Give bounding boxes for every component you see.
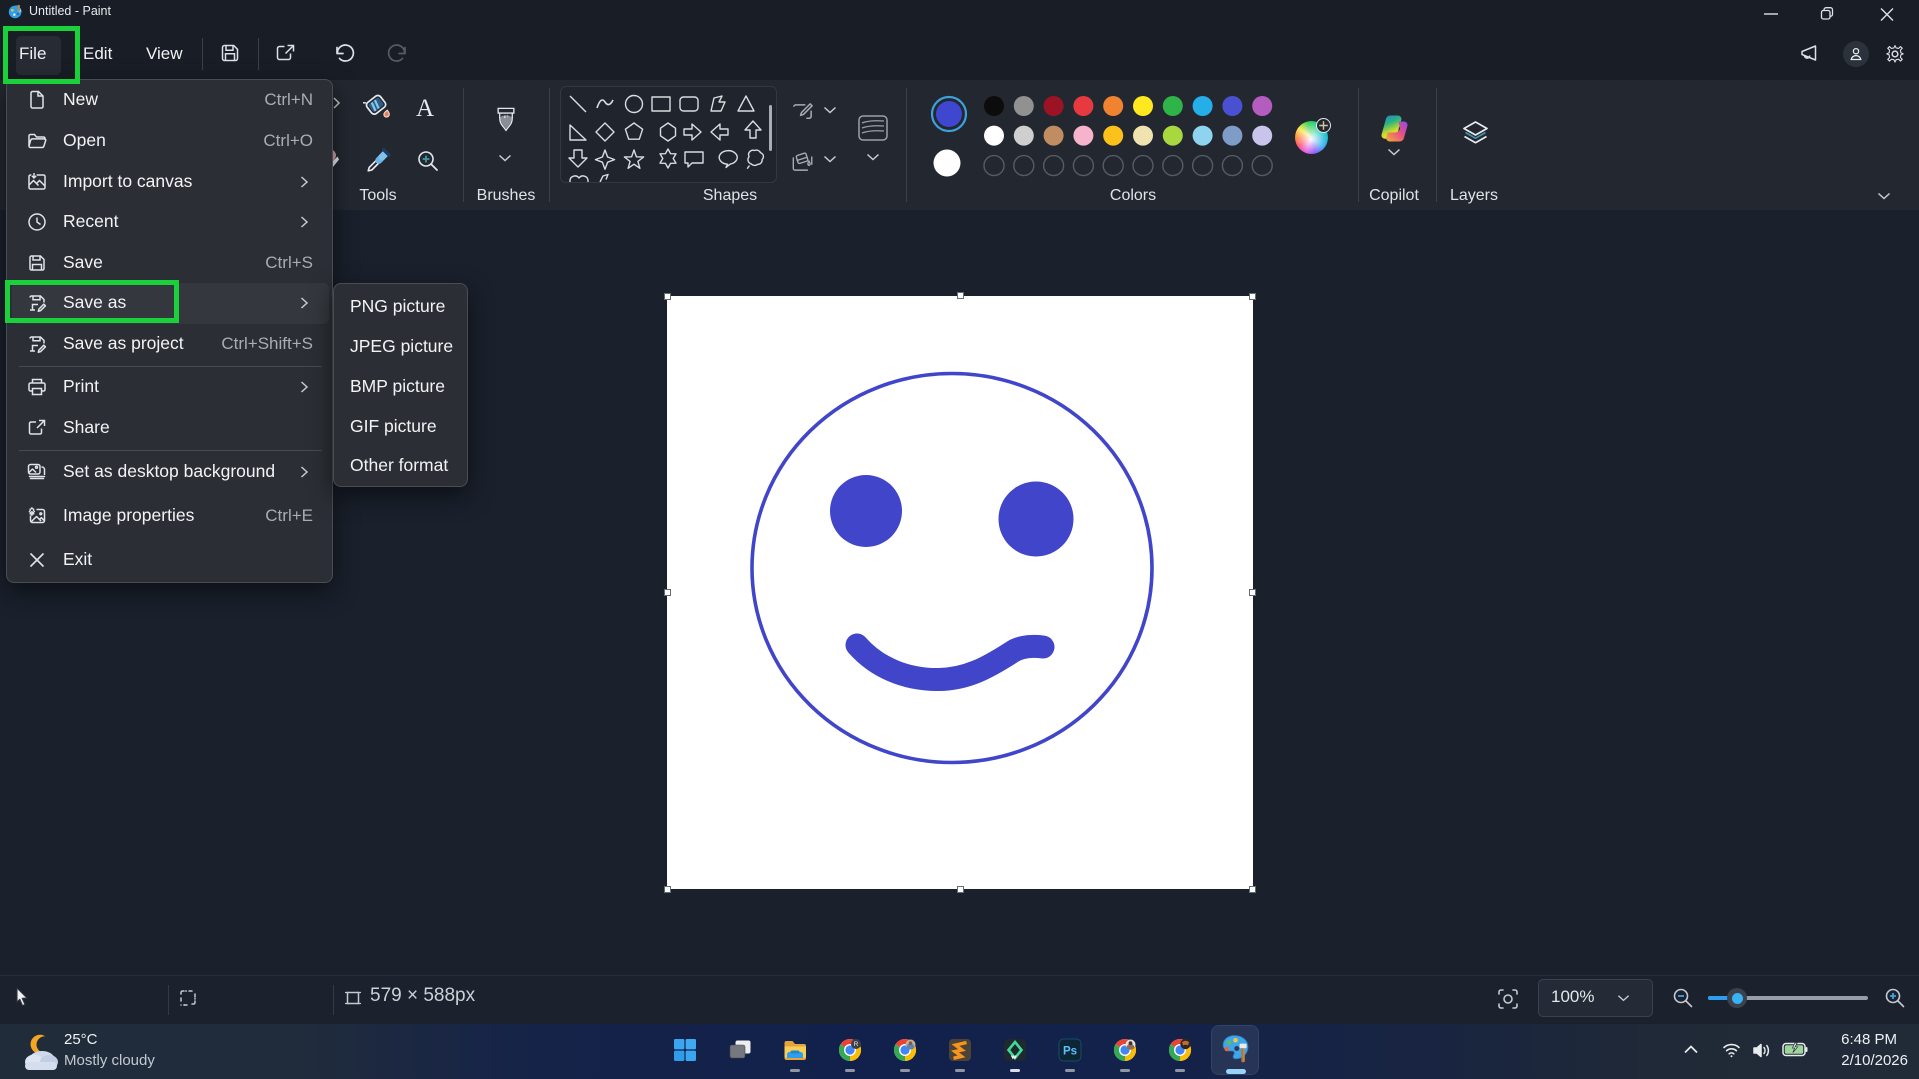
svg-text:R: R <box>854 1041 859 1048</box>
svg-text:Ps: Ps <box>1063 1046 1077 1058</box>
